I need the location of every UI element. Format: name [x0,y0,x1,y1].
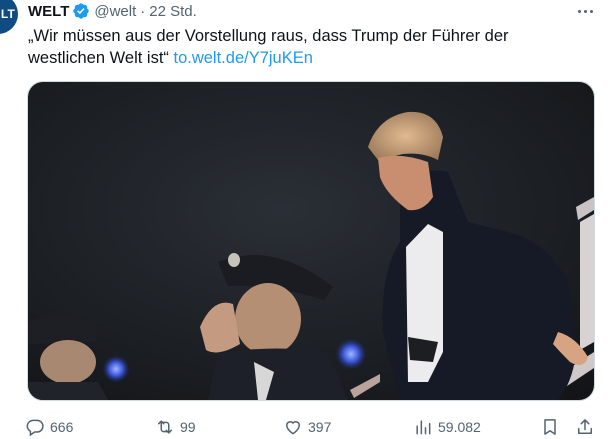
views-count: 59.082 [438,419,481,435]
avatar-text: LT [0,7,15,21]
verified-badge-icon [72,2,90,20]
bookmark-button[interactable] [540,415,560,439]
like-count: 397 [308,419,332,435]
like-button[interactable]: 397 [283,415,331,439]
reply-count: 666 [50,419,74,435]
tweet-timestamp[interactable]: 22 Std. [149,3,197,20]
views-chart-icon [416,420,431,435]
reply-icon [26,419,44,437]
tweet-actions: 666 99 397 59.082 [25,415,600,439]
repost-count: 99 [180,419,196,435]
heart-icon [285,421,301,435]
repost-icon [158,420,172,434]
author-handle[interactable]: @welt [94,3,136,20]
share-icon [578,419,592,434]
more-options-icon[interactable] [572,2,598,20]
photo-image [28,82,594,400]
header-separator: · [140,2,146,20]
avatar[interactable]: LT [0,0,18,34]
tweet-header: WELT @welt · 22 Std. [28,0,197,22]
author-name[interactable]: WELT [28,3,69,20]
share-button[interactable] [575,415,595,439]
bookmark-icon [544,419,556,435]
views-button[interactable]: 59.082 [413,415,481,439]
tweet-link[interactable]: to.welt.de/Y7juKEn [174,49,313,67]
reply-button[interactable]: 666 [25,415,73,439]
tweet-text: „Wir müssen aus der Vorstellung raus, da… [28,25,588,69]
tweet-photo[interactable] [27,81,595,401]
repost-button[interactable]: 99 [155,415,196,439]
